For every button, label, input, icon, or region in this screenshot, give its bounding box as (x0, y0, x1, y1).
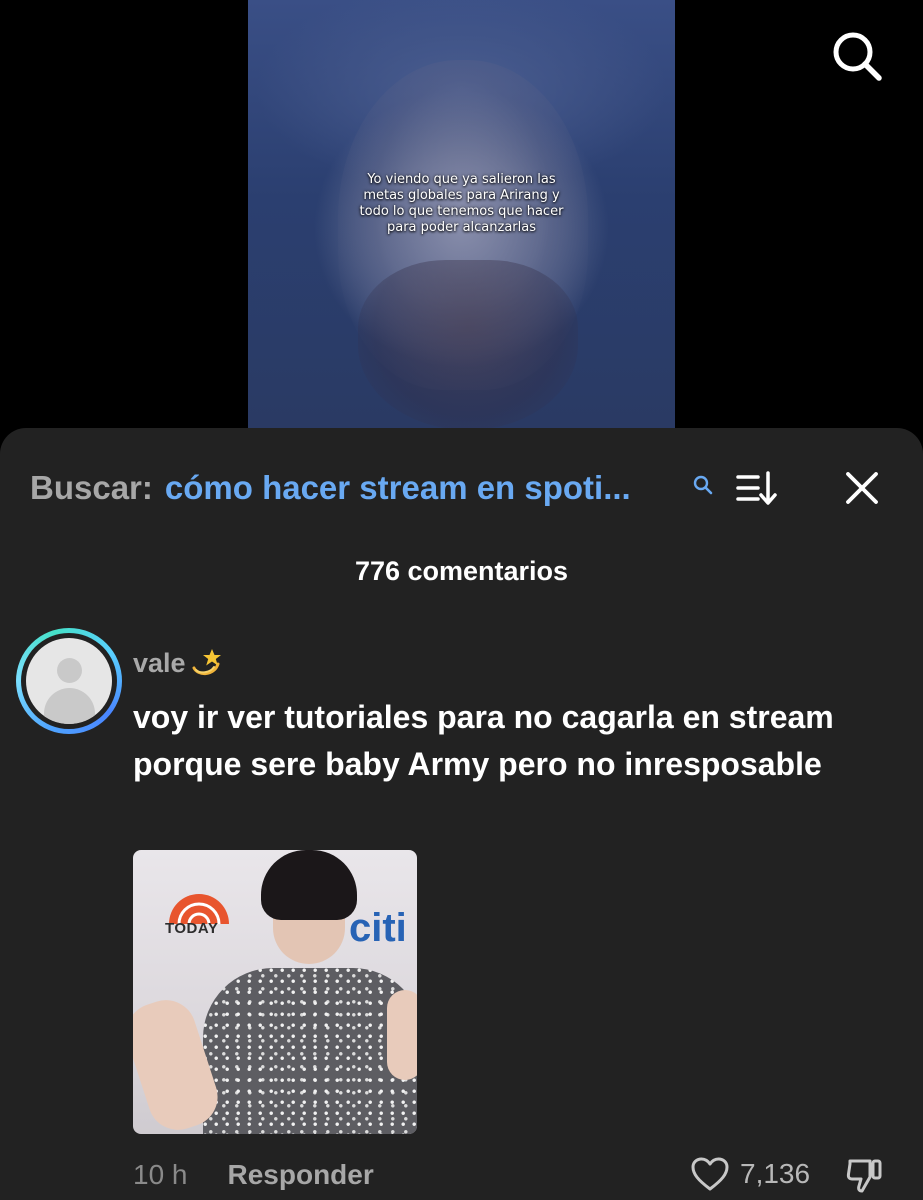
search-query-link[interactable]: cómo hacer stream en spoti... (165, 469, 631, 507)
dizzy-emoji-icon (188, 646, 222, 680)
today-logo-text: TODAY (165, 920, 219, 937)
video-caption: Yo viendo que ya salieron las metas glob… (359, 172, 564, 235)
username-text: vale (133, 647, 186, 678)
gif-person-hand (387, 990, 417, 1080)
like-count: 7,136 (740, 1158, 811, 1189)
default-avatar-icon (26, 638, 112, 724)
search-icon[interactable] (829, 28, 885, 84)
today-logo-icon (169, 894, 229, 925)
comment-gif-image[interactable]: TODAY citi (133, 850, 417, 1134)
sort-icon[interactable] (736, 468, 780, 508)
comments-sheet: Buscar: cómo hacer stream en spoti... 77… (0, 428, 923, 1200)
comment-count: 776 comentarios (354, 556, 569, 586)
gif-person-jacket (203, 968, 417, 1134)
citi-logo-text: citi (349, 906, 407, 950)
dislike-icon[interactable] (844, 1155, 884, 1195)
comment-text: voy ir ver tutoriales para no cagarla en… (133, 699, 834, 782)
video-frame-beard (358, 260, 578, 430)
related-search-bar[interactable]: Buscar: cómo hacer stream en spoti... (30, 468, 713, 508)
close-icon[interactable] (842, 468, 882, 508)
search-label: Buscar: (30, 469, 153, 506)
comment-meta-row: 10 h Responder (133, 1155, 374, 1195)
like-button[interactable]: 7,136 (690, 1156, 810, 1192)
video-player[interactable]: Yo viendo que ya salieron las metas glob… (248, 0, 675, 440)
comment-time: 10 h (133, 1159, 188, 1190)
avatar[interactable] (16, 628, 122, 734)
comment-username[interactable]: vale (133, 646, 222, 680)
reply-button[interactable]: Responder (228, 1159, 374, 1191)
heart-icon (691, 1157, 729, 1191)
gif-person-hair (261, 850, 357, 920)
search-small-icon (692, 466, 714, 495)
